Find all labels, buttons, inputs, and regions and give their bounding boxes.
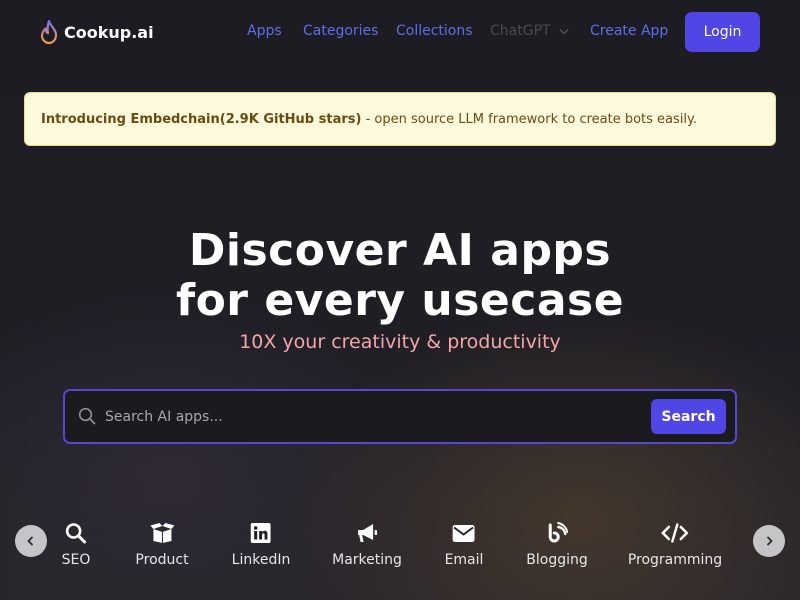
announcement-banner: Introducing Embedchain(2.9K GitHub stars…	[24, 92, 776, 146]
nav-link-apps[interactable]: Apps	[247, 23, 282, 39]
brand-name: Cookup.ai	[64, 22, 154, 42]
blog-icon	[526, 520, 587, 546]
chevron-down-icon	[558, 23, 569, 39]
code-icon	[628, 520, 722, 546]
category-product[interactable]: Product	[135, 520, 189, 568]
top-nav: Cookup.ai Apps Categories Collections Ch…	[0, 0, 800, 64]
hero-title: Discover AI apps for every usecase	[0, 226, 800, 326]
category-label: Blogging	[526, 552, 588, 568]
search-icon	[78, 407, 96, 429]
flame-icon	[40, 20, 58, 44]
box-icon	[135, 520, 188, 546]
linkedin-icon	[232, 520, 291, 546]
category-label: Marketing	[332, 552, 402, 568]
search-input[interactable]	[105, 402, 645, 432]
hero-title-line-1: Discover AI apps	[188, 225, 612, 276]
nav-dropdown-label: ChatGPT	[490, 23, 551, 39]
search-icon	[62, 520, 91, 546]
category-seo[interactable]: SEO	[61, 520, 91, 568]
category-email[interactable]: Email	[444, 520, 484, 568]
banner-link[interactable]: Introducing Embedchain(2.9K GitHub stars…	[41, 112, 361, 127]
hero-subtitle: 10X your creativity & productivity	[239, 331, 561, 353]
category-label: SEO	[61, 552, 91, 568]
megaphone-icon	[332, 520, 402, 546]
search-button[interactable]: Search	[651, 399, 726, 434]
category-programming[interactable]: Programming	[628, 520, 722, 568]
chevron-right-icon	[764, 532, 774, 551]
nav-dropdown-chatgpt[interactable]: ChatGPT	[490, 23, 569, 39]
category-label: Product	[135, 552, 189, 568]
category-label: LinkedIn	[231, 552, 291, 568]
banner-text: - open source LLM framework to create bo…	[361, 111, 697, 127]
category-label: Email	[444, 552, 484, 568]
envelope-icon	[445, 520, 484, 546]
category-blogging[interactable]: Blogging	[526, 520, 588, 568]
chevron-left-icon	[26, 532, 36, 551]
login-button[interactable]: Login	[685, 12, 760, 52]
nav-link-create-app[interactable]: Create App	[590, 23, 668, 39]
carousel-prev-button[interactable]	[15, 525, 47, 557]
category-label: Programming	[627, 552, 723, 568]
search-bar: Search	[63, 389, 737, 444]
carousel-next-button[interactable]	[753, 525, 785, 557]
category-linkedin[interactable]: LinkedIn	[231, 520, 291, 568]
logo[interactable]: Cookup.ai	[40, 17, 154, 47]
nav-link-collections[interactable]: Collections	[396, 23, 473, 39]
category-marketing[interactable]: Marketing	[332, 520, 402, 568]
hero-title-line-2: for every usecase	[175, 275, 625, 326]
nav-link-categories[interactable]: Categories	[303, 23, 378, 39]
